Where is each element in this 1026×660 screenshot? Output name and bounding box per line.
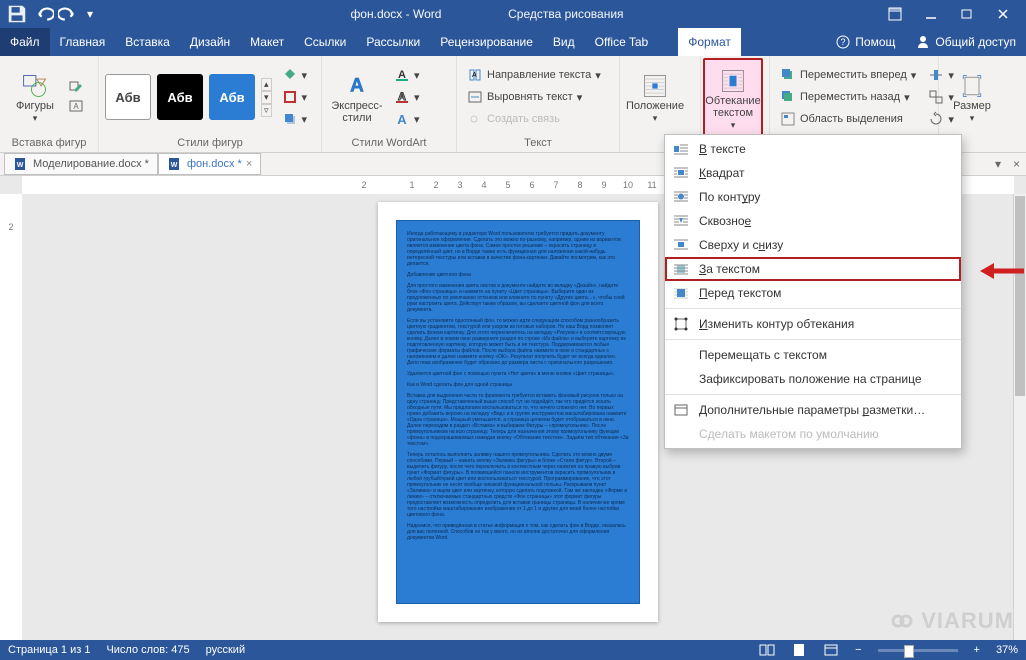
status-bar: Страница 1 из 1 Число слов: 475 русский … — [0, 640, 1026, 660]
fix-position[interactable]: Зафиксировать положение на странице — [665, 367, 961, 391]
minimize-icon[interactable] — [914, 0, 948, 28]
status-words[interactable]: Число слов: 475 — [106, 644, 189, 656]
save-icon[interactable] — [6, 3, 28, 25]
tab-file[interactable]: Файл — [0, 28, 50, 56]
wrap-in-front[interactable]: Перед текстом — [665, 281, 961, 305]
text-fill-button[interactable]: A▾ — [390, 65, 424, 85]
tab-office-tab[interactable]: Office Tab — [585, 28, 659, 56]
set-default-layout: Сделать макетом по умолчанию — [665, 422, 961, 446]
zoom-level[interactable]: 37% — [996, 644, 1018, 656]
redo-icon[interactable] — [58, 3, 80, 25]
group-label-text: Текст — [463, 136, 613, 152]
tell-me[interactable]: ?Помощ — [825, 28, 905, 56]
watermark: VIARUM — [887, 608, 1014, 634]
svg-text:A: A — [397, 112, 407, 127]
wrap-behind-text[interactable]: За текстом — [665, 257, 961, 281]
wrap-text-button[interactable]: Обтекание текстом▾ — [703, 58, 763, 138]
title-bar: ▾ фон.docx - Word Средства рисования — [0, 0, 1026, 28]
tabs-close-icon[interactable]: × — [1007, 157, 1026, 171]
create-link-button: Создать связь — [463, 109, 605, 129]
align-text-button[interactable]: Выровнять текст ▾ — [463, 87, 605, 107]
view-print-icon[interactable] — [791, 642, 807, 658]
svg-text:A: A — [350, 75, 364, 96]
zoom-slider[interactable] — [878, 649, 958, 652]
ribbon-tabs: Файл Главная Вставка Дизайн Макет Ссылки… — [0, 28, 1026, 56]
window-title: фон.docx - Word Средства рисования — [96, 7, 878, 21]
maximize-icon[interactable] — [950, 0, 984, 28]
size-button[interactable]: Размер▾ — [945, 58, 999, 136]
undo-icon[interactable] — [32, 3, 54, 25]
svg-text:A: A — [73, 102, 79, 111]
vertical-ruler[interactable]: 2 — [0, 194, 23, 640]
close-tab-icon[interactable]: × — [246, 158, 252, 170]
wrap-square[interactable]: Квадрат — [665, 161, 961, 185]
annotation-arrow-icon — [980, 262, 1024, 280]
selection-pane-button[interactable]: Область выделения — [776, 109, 920, 129]
tab-references[interactable]: Ссылки — [294, 28, 356, 56]
gallery-down-icon[interactable]: ▾ — [261, 91, 272, 104]
blue-shape[interactable]: Иногда работающему в редакторе Word поль… — [396, 220, 640, 604]
svg-text:?: ? — [841, 37, 846, 47]
shape-style-2[interactable]: Абв — [157, 74, 203, 120]
share-button[interactable]: Общий доступ — [905, 28, 1026, 56]
position-button[interactable]: Положение▾ — [626, 58, 684, 136]
infinity-icon — [887, 609, 917, 633]
tab-home[interactable]: Главная — [50, 28, 116, 56]
view-read-icon[interactable] — [759, 642, 775, 658]
tab-mailings[interactable]: Рассылки — [356, 28, 430, 56]
svg-text:W: W — [171, 162, 178, 169]
bring-forward-button[interactable]: Переместить вперед ▾ — [776, 65, 920, 85]
zoom-out-icon[interactable]: − — [855, 644, 861, 656]
view-web-icon[interactable] — [823, 642, 839, 658]
shape-fill-button[interactable]: ▾ — [278, 65, 312, 85]
wrap-tight[interactable]: По контуру — [665, 185, 961, 209]
wrap-top-bottom[interactable]: Сверху и снизу — [665, 233, 961, 257]
tab-design[interactable]: Дизайн — [180, 28, 240, 56]
doc-tab-2[interactable]: W фон.docx * × — [158, 153, 261, 175]
more-layout-options[interactable]: Дополнительные параметры разметки… — [665, 398, 961, 422]
text-direction-button[interactable]: АНаправление текста ▾ — [463, 65, 605, 85]
wrap-text-dropdown: В тексте Квадрат По контуру Сквозное Све… — [664, 134, 962, 449]
text-box-icon[interactable]: A — [68, 98, 84, 114]
tab-review[interactable]: Рецензирование — [430, 28, 543, 56]
vertical-scrollbar[interactable] — [1013, 194, 1026, 640]
send-backward-button[interactable]: Переместить назад ▾ — [776, 87, 920, 107]
doc-tab-1[interactable]: W Моделирование.docx * — [4, 153, 158, 175]
shape-effects-button[interactable]: ▾ — [278, 109, 312, 129]
page[interactable]: Иногда работающему в редакторе Word поль… — [378, 202, 658, 622]
ribbon-display-icon[interactable] — [878, 0, 912, 28]
gallery-more-icon[interactable]: ▿ — [261, 104, 272, 117]
shapes-button[interactable]: Фигуры▾ — [6, 58, 64, 136]
tab-insert[interactable]: Вставка — [115, 28, 180, 56]
svg-text:А: А — [472, 72, 477, 79]
svg-text:W: W — [17, 162, 24, 169]
close-icon[interactable] — [986, 0, 1020, 28]
quick-access-toolbar: ▾ — [6, 3, 96, 25]
tabs-dropdown-icon[interactable]: ▾ — [989, 157, 1007, 171]
edit-wrap-points[interactable]: Изменить контур обтекания — [665, 312, 961, 336]
wordart-styles-button[interactable]: A Экспресс-стили — [328, 58, 386, 136]
word-doc-icon: W — [167, 156, 183, 172]
shape-style-3[interactable]: Абв — [209, 74, 255, 120]
wrap-through[interactable]: Сквозное — [665, 209, 961, 233]
text-effects-button[interactable]: A▾ — [390, 109, 424, 129]
shape-outline-button[interactable]: ▾ — [278, 87, 312, 107]
edit-shape-icon[interactable] — [68, 80, 84, 96]
group-label-shape-styles: Стили фигур — [105, 136, 315, 152]
word-doc-icon: W — [13, 156, 29, 172]
shape-style-1[interactable]: Абв — [105, 74, 151, 120]
tab-layout[interactable]: Макет — [240, 28, 294, 56]
tab-view[interactable]: Вид — [543, 28, 585, 56]
status-page[interactable]: Страница 1 из 1 — [8, 644, 90, 656]
move-with-text[interactable]: Перемещать с текстом — [665, 343, 961, 367]
zoom-in-icon[interactable]: + — [974, 644, 980, 656]
tab-format[interactable]: Формат — [678, 28, 741, 56]
text-outline-button[interactable]: A▾ — [390, 87, 424, 107]
group-label-wordart: Стили WordArt — [328, 136, 450, 152]
qat-customize-icon[interactable]: ▾ — [84, 3, 96, 25]
group-label-insert-shapes: Вставка фигур — [6, 136, 92, 152]
wrap-inline[interactable]: В тексте — [665, 137, 961, 161]
gallery-up-icon[interactable]: ▴ — [261, 78, 272, 91]
status-language[interactable]: русский — [206, 644, 245, 656]
